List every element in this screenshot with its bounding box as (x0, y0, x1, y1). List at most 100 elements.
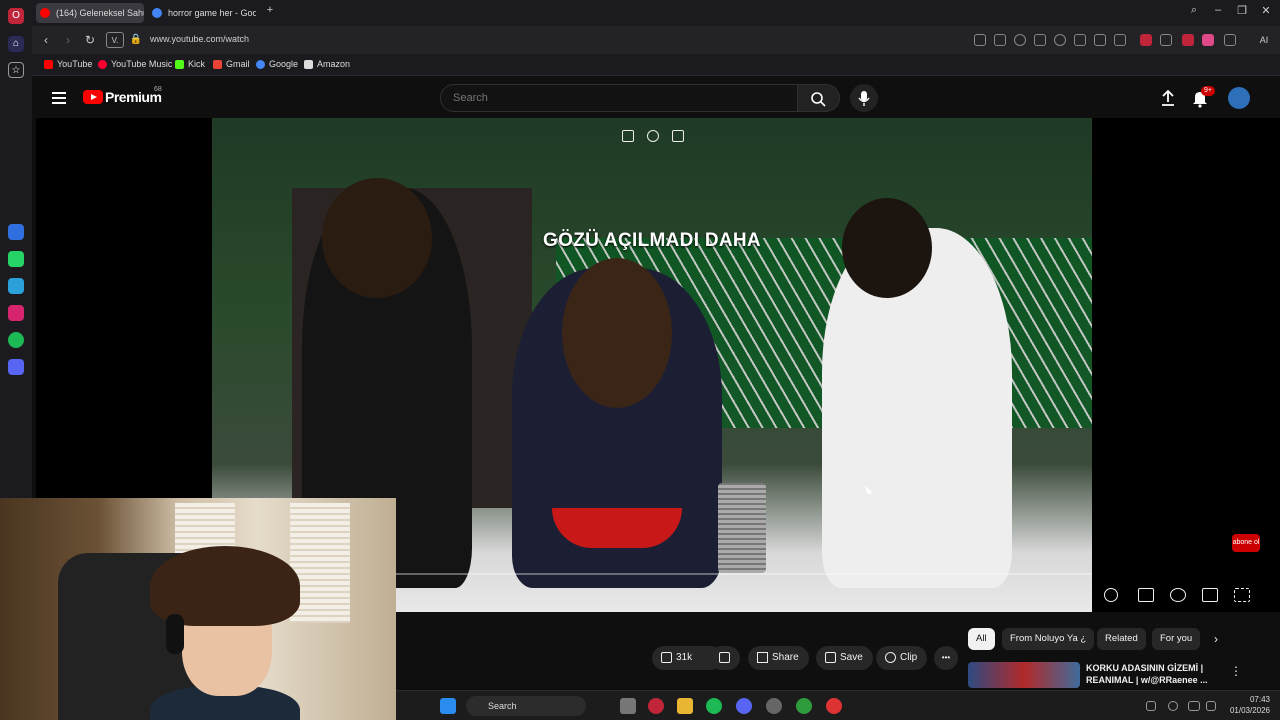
task-view-icon[interactable] (620, 698, 636, 714)
download-icon[interactable] (1074, 34, 1086, 46)
play-icon[interactable] (1034, 34, 1046, 46)
theater-mode-icon[interactable] (1202, 588, 1218, 602)
whatsapp-icon[interactable] (8, 251, 24, 267)
bookmark-youtube[interactable]: YouTube (44, 59, 92, 69)
more-actions-button[interactable]: ••• (934, 646, 958, 670)
extension-red-icon[interactable] (1140, 34, 1152, 46)
recommended-thumbnail[interactable] (968, 662, 1080, 688)
headphones-icon (166, 614, 184, 654)
ai-button[interactable]: AI (1252, 32, 1276, 48)
voice-search-button[interactable] (850, 84, 878, 112)
maximize-button[interactable]: ❐ (1234, 4, 1250, 17)
fullscreen-icon[interactable] (1234, 588, 1250, 602)
new-tab-button[interactable]: + (262, 4, 278, 16)
star-icon[interactable]: ☆ (8, 62, 24, 78)
messenger-icon[interactable] (8, 224, 24, 240)
bookmark-youtube-music[interactable]: YouTube Music (98, 59, 172, 69)
extensions-puzzle-icon[interactable] (1224, 34, 1236, 46)
chip-all[interactable]: All (968, 628, 995, 650)
recommended-more-icon[interactable]: ⋮ (1230, 664, 1242, 678)
clock-time[interactable]: 07:43 (1250, 695, 1270, 704)
edit-icon[interactable] (974, 34, 986, 46)
avatar[interactable] (1228, 87, 1250, 109)
close-window-button[interactable]: ✕ (1258, 4, 1274, 17)
spotify-icon[interactable] (8, 332, 24, 348)
xbox-icon[interactable] (796, 698, 812, 714)
clock-date[interactable]: 01/03/2026 (1230, 706, 1270, 715)
clip-label: Clip (900, 652, 918, 663)
menu-icon[interactable] (1094, 34, 1106, 46)
browser-logo-icon[interactable]: O (8, 8, 24, 24)
notifications-badge: 9+ (1201, 86, 1215, 96)
clip-button[interactable]: Clip (876, 646, 928, 670)
tab-youtube[interactable]: (164) Geleneksel Sahur (36, 3, 144, 23)
extension-tp-icon[interactable] (1182, 34, 1194, 46)
bookmark-google[interactable]: Google (256, 59, 298, 69)
thumbs-up-icon (661, 652, 672, 663)
miniplayer-icon[interactable] (622, 130, 634, 142)
dislike-button[interactable] (710, 646, 740, 670)
network-icon[interactable] (1188, 701, 1200, 711)
reload-button[interactable]: ↻ (82, 32, 98, 48)
bookmark-amazon[interactable]: Amazon (304, 59, 350, 69)
youtube-music-icon (98, 60, 107, 69)
spotify-taskbar-icon[interactable] (706, 698, 722, 714)
chip-from-channel[interactable]: From Noluyo Ya ¿ (1002, 628, 1095, 650)
video-actions: 31k Share Save Clip ••• All From Noluyo … (396, 612, 1280, 690)
steam-icon[interactable] (766, 698, 782, 714)
save-button[interactable]: Save (816, 646, 873, 670)
tab-label: (164) Geleneksel Sahur (56, 8, 144, 18)
bookmark-kick[interactable]: Kick (175, 59, 205, 69)
url-field[interactable]: www.youtube.com/watch (150, 34, 249, 44)
camera-icon[interactable] (994, 34, 1006, 46)
recommended-title[interactable]: KORKU ADASININ GİZEMİ | REANIMAL | w/@RR… (1086, 662, 1226, 686)
shield-icon[interactable] (1014, 34, 1026, 46)
settings-gear-icon[interactable] (1170, 588, 1186, 602)
bookmark-label: Amazon (317, 59, 351, 69)
back-button[interactable]: ‹ (38, 32, 54, 48)
heart-icon[interactable] (1054, 34, 1066, 46)
search-button[interactable] (798, 84, 840, 112)
subscribe-watermark[interactable]: abone ol (1232, 534, 1260, 552)
lock-icon[interactable]: 🔒 (128, 32, 144, 48)
instagram-icon[interactable] (8, 305, 24, 321)
chips-next-icon[interactable]: › (1214, 632, 1218, 646)
bookmarks-bar: YouTube YouTube Music Kick Gmail Google … (32, 54, 1280, 76)
volume-icon[interactable] (1206, 701, 1216, 711)
opera-gx-icon[interactable] (648, 698, 664, 714)
search-input[interactable] (441, 85, 797, 111)
windows-start-icon[interactable] (440, 698, 456, 714)
chip-for-you[interactable]: For you (1152, 628, 1201, 650)
app-red-icon[interactable] (826, 698, 842, 714)
upload-icon[interactable] (1158, 88, 1178, 108)
subtitles-icon[interactable] (1138, 588, 1154, 602)
forward-button[interactable]: › (60, 32, 76, 48)
taskbar-search[interactable]: Search (466, 696, 586, 716)
youtube-brand[interactable]: Premium (105, 89, 162, 105)
microphone-tray-icon[interactable] (1168, 701, 1178, 711)
youtube-logo-icon[interactable] (83, 90, 103, 104)
vpn-badge-icon[interactable]: V. (106, 32, 124, 48)
autoplay-toggle-icon[interactable] (1104, 588, 1118, 602)
discord-icon[interactable] (736, 698, 752, 714)
home-icon[interactable]: ⌂ (8, 36, 24, 52)
enhance-sparkle-icon[interactable] (647, 130, 659, 142)
hamburger-menu-icon[interactable] (52, 92, 66, 107)
skip-icon[interactable] (672, 130, 684, 142)
profile-icon[interactable] (1114, 34, 1126, 46)
telegram-icon[interactable] (8, 278, 24, 294)
tray-icons[interactable] (1146, 701, 1156, 711)
extension-pink-icon[interactable] (1202, 34, 1214, 46)
search-tabs-icon[interactable]: ⌕ (1186, 4, 1202, 17)
tab-label: horror game her - Google (168, 8, 256, 18)
address-bar-row: ‹ › ↻ V. 🔒 www.youtube.com/watch AI (32, 26, 1280, 54)
chip-related[interactable]: Related (1097, 628, 1146, 650)
share-button[interactable]: Share (748, 646, 809, 670)
tab-google[interactable]: horror game her - Google (148, 3, 256, 23)
file-explorer-icon[interactable] (677, 698, 693, 714)
minimize-button[interactable]: – (1210, 4, 1226, 16)
extension-tm-icon[interactable] (1160, 34, 1172, 46)
player-icon[interactable] (8, 359, 24, 375)
windows-taskbar: Search 07:43 01/03/2026 (396, 690, 1280, 720)
bookmark-gmail[interactable]: Gmail (213, 59, 250, 69)
